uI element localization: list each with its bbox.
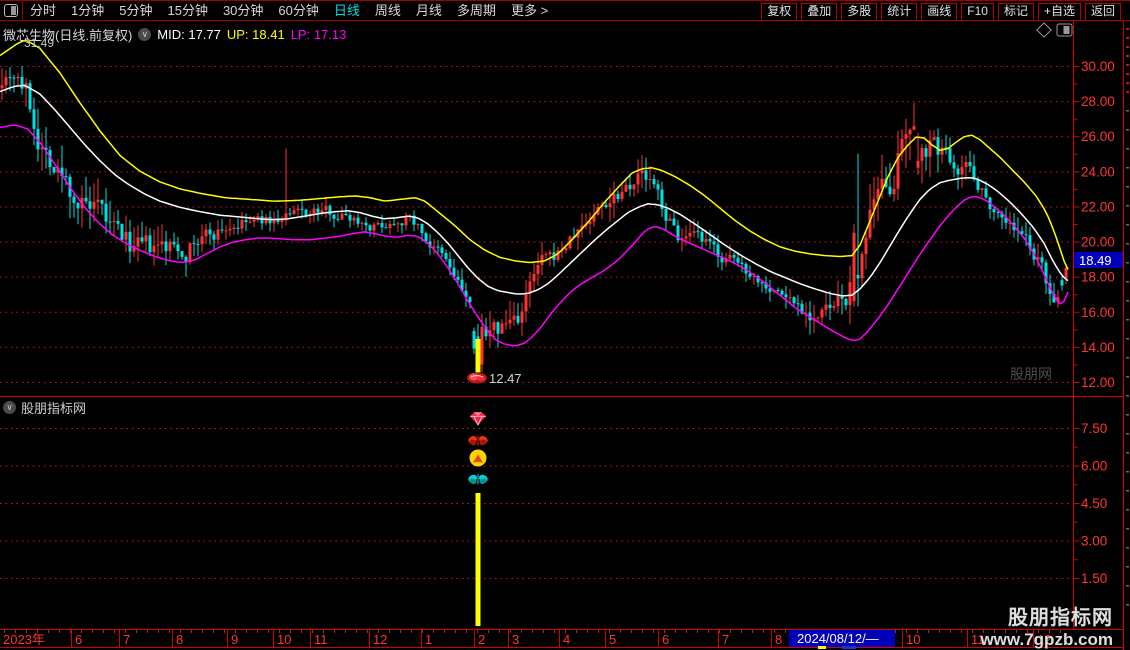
toolbar-button-biaoji[interactable]: 标记	[997, 2, 1034, 21]
svg-text:7: 7	[722, 632, 729, 647]
svg-text:6: 6	[75, 632, 82, 647]
panel-toggle-button[interactable]	[0, 1, 23, 21]
signal-bar	[475, 493, 481, 626]
collapse-chevron-icon[interactable]	[3, 401, 16, 414]
svg-text:22.00: 22.00	[1081, 199, 1115, 214]
stock-title: 微芯生物(日线.前复权)	[3, 28, 133, 43]
svg-text:1: 1	[425, 632, 432, 647]
svg-text:14.00: 14.00	[1081, 340, 1115, 355]
period-tab-3[interactable]: 15分钟	[167, 1, 207, 21]
mid-value: MID: 17.77	[157, 27, 221, 42]
date-axis[interactable]: 2023年 6 7 8 9 10 11 12 1 2 3 4 5 6 7 8 10 11 12	[3, 630, 1061, 647]
period-menu: 分时 1分钟 5分钟 15分钟 30分钟 60分钟 日线 周线 月线 多周期 更多 >	[30, 1, 548, 21]
signal-price-label: 12.47	[489, 371, 522, 386]
sidebar-toggle-icon	[4, 4, 18, 17]
svg-text:24.00: 24.00	[1081, 164, 1115, 179]
svg-text:20.00: 20.00	[1081, 235, 1115, 250]
svg-text:18.49: 18.49	[1079, 253, 1112, 268]
selected-date-box: 2024/08/12/—	[789, 630, 895, 647]
toolbar-button-huaxian[interactable]: 画线	[921, 2, 958, 21]
toolbar-button-tongji[interactable]: 统计	[881, 2, 918, 21]
up-band-line	[0, 39, 1069, 270]
svg-text:10: 10	[906, 632, 920, 647]
period-tab-7[interactable]: 周线	[375, 1, 401, 21]
svg-text:6.00: 6.00	[1081, 459, 1107, 474]
toolbar-button-duogu[interactable]: 多股	[841, 2, 878, 21]
site-watermark-url: www.7gpzb.com	[980, 630, 1113, 649]
svg-text:2024/08/12/—: 2024/08/12/—	[797, 631, 879, 646]
svg-text:7: 7	[123, 632, 130, 647]
svg-text:1.50: 1.50	[1081, 571, 1107, 586]
svg-text:4.50: 4.50	[1081, 496, 1107, 511]
svg-text:3.00: 3.00	[1081, 534, 1107, 549]
svg-text:4: 4	[563, 632, 570, 647]
lp-value: LP: 17.13	[290, 27, 347, 42]
toolbar-button-diejia[interactable]: 叠加	[801, 2, 838, 21]
candles-up	[0, 68, 1068, 373]
period-tab-5[interactable]: 60分钟	[278, 1, 318, 21]
period-tab-4[interactable]: 30分钟	[223, 1, 263, 21]
svg-text:6: 6	[662, 632, 669, 647]
site-watermark-name: 股朋指标网	[1008, 607, 1113, 629]
rose-icon	[467, 372, 487, 384]
butterfly-cyan-icon	[468, 474, 488, 485]
toolbar-button-f10[interactable]: F10	[961, 2, 994, 21]
svg-text:12.00: 12.00	[1081, 375, 1115, 390]
gem-icon	[470, 412, 486, 426]
svg-text:26.00: 26.00	[1081, 129, 1115, 144]
axis-fragment	[842, 646, 856, 649]
svg-text:10: 10	[277, 632, 291, 647]
svg-text:3: 3	[512, 632, 519, 647]
top-toolbar: 分时 1分钟 5分钟 15分钟 30分钟 60分钟 日线 周线 月线 多周期 更多 > 复权 叠加 多股…	[0, 0, 1130, 21]
chart-watermark: 股朋网	[1010, 366, 1052, 382]
svg-text:8: 8	[775, 632, 782, 647]
site-watermark: 股朋指标网 www.7gpzb.com	[980, 601, 1113, 650]
svg-text:9: 9	[231, 632, 238, 647]
svg-text:8: 8	[176, 632, 183, 647]
pane-borders	[0, 0, 1124, 650]
svg-text:18.00: 18.00	[1081, 270, 1115, 285]
svg-text:5: 5	[609, 632, 616, 647]
chart-canvas[interactable]: 12.4730.0028.0026.0024.0022.0020.0018.00…	[0, 0, 1130, 650]
indicator-signals	[468, 412, 488, 626]
period-tab-0[interactable]: 分时	[30, 1, 56, 21]
price-axis[interactable]: 30.00 28.00 26.00 24.00 22.00 20.00 18.00 16.00…	[1073, 59, 1115, 390]
svg-text:7.50: 7.50	[1081, 421, 1107, 436]
svg-text:2023年: 2023年	[3, 632, 45, 647]
svg-text:12: 12	[373, 632, 387, 647]
collapse-chevron-icon[interactable]	[138, 28, 152, 41]
last-price-box: 18.49	[1074, 252, 1123, 268]
svg-text:11: 11	[314, 632, 328, 647]
period-tab-1[interactable]: 1分钟	[71, 1, 104, 21]
chart-title-row: 微芯生物(日线.前复权) MID: 17.77 UP: 18.41 LP: 17…	[3, 25, 346, 44]
toolbar-buttons: 复权 叠加 多股 统计 画线 F10 标记 +自选 返回	[761, 2, 1121, 21]
trading-app-window: 分时 1分钟 5分钟 15分钟 30分钟 60分钟 日线 周线 月线 多周期 更多 > 复权 叠加 多股…	[0, 0, 1130, 650]
up-value: UP: 18.41	[226, 27, 285, 42]
toolbar-button-zixuan[interactable]: +自选	[1037, 2, 1081, 21]
svg-text:30.00: 30.00	[1081, 59, 1115, 74]
indicator-title: 股朋指标网	[21, 401, 87, 416]
pane-corner-icons[interactable]	[1036, 22, 1073, 38]
butterfly-red-icon	[468, 435, 488, 446]
toolbar-button-fuquan[interactable]: 复权	[761, 2, 798, 21]
period-tab-9[interactable]: 多周期	[457, 1, 496, 21]
window-edge-strip	[1126, 28, 1129, 606]
period-tab-8[interactable]: 月线	[416, 1, 442, 21]
axis-fragment	[818, 646, 826, 649]
period-high-label: 31.49	[24, 36, 55, 50]
period-tab-2[interactable]: 5分钟	[119, 1, 152, 21]
svg-text:2: 2	[478, 632, 485, 647]
gridlines	[0, 66, 1072, 579]
period-tab-10[interactable]: 更多 >	[511, 1, 548, 21]
toolbar-button-fanhui[interactable]: 返回	[1084, 2, 1121, 21]
indicator-axis[interactable]: 7.50 6.00 4.50 3.00 1.50	[1073, 421, 1108, 586]
indicator-header: 股朋指标网	[3, 398, 86, 417]
period-tab-6[interactable]: 日线	[334, 1, 360, 21]
svg-text:28.00: 28.00	[1081, 94, 1115, 109]
svg-text:16.00: 16.00	[1081, 305, 1115, 320]
sun-icon	[469, 449, 487, 467]
